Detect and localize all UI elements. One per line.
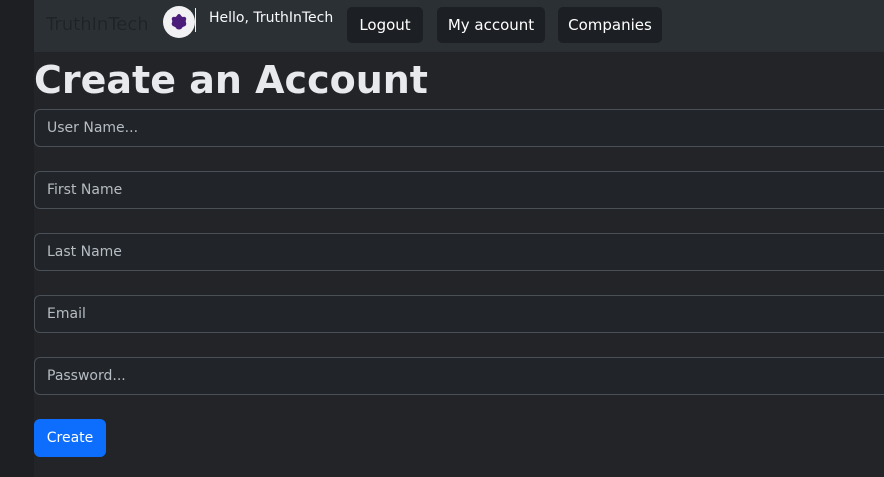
top-navbar: TruthInTech Hello, TruthInTech Logout My… — [34, 0, 884, 52]
avatar-divider — [195, 8, 196, 32]
avatar[interactable] — [163, 6, 195, 38]
greeting-text: Hello, TruthInTech — [209, 10, 334, 26]
first-name-input[interactable] — [34, 171, 884, 209]
companies-button[interactable]: Companies — [558, 7, 662, 43]
last-name-input[interactable] — [34, 233, 884, 271]
page-title: Create an Account — [34, 58, 428, 102]
username-input[interactable] — [34, 109, 884, 147]
page: TruthInTech Hello, TruthInTech Logout My… — [0, 0, 884, 477]
logout-button[interactable]: Logout — [347, 7, 423, 43]
brand-link[interactable]: TruthInTech — [46, 14, 149, 35]
create-button[interactable]: Create — [34, 419, 106, 457]
password-input[interactable] — [34, 357, 884, 395]
left-gutter — [0, 0, 34, 477]
email-input[interactable] — [34, 295, 884, 333]
my-account-button[interactable]: My account — [437, 7, 545, 43]
purple-blob-icon — [171, 14, 187, 30]
